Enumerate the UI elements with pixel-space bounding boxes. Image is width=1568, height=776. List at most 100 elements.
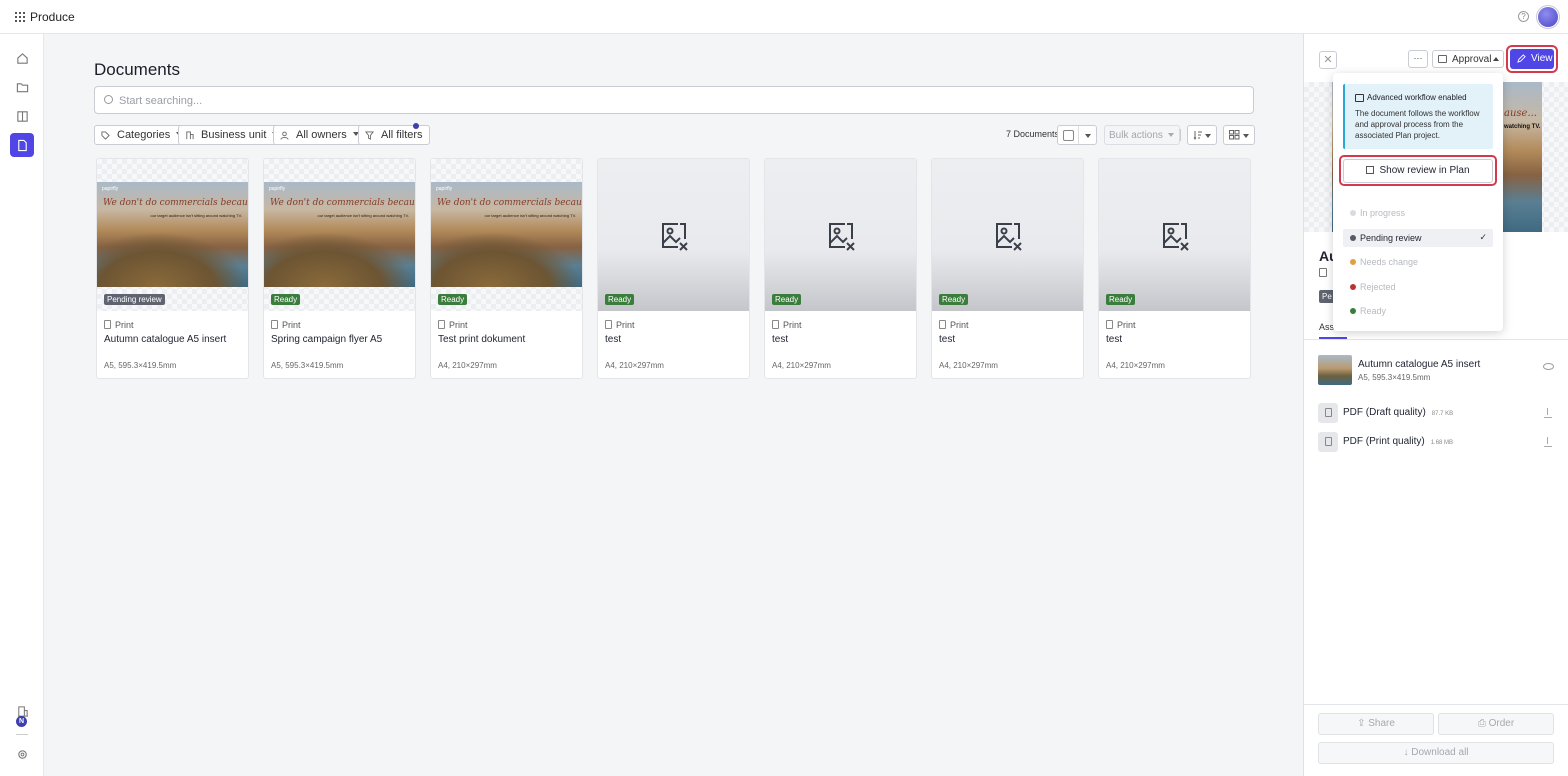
status-badge: Ready: [605, 294, 635, 305]
bulk-actions-button[interactable]: Bulk actions: [1104, 125, 1180, 145]
document-name: test: [939, 334, 956, 345]
file-name: PDF (Print quality): [1343, 436, 1425, 447]
nav-divider: [16, 734, 28, 735]
document-card[interactable]: Ready Print test A4, 210×297mm: [597, 158, 750, 379]
thumbnail-image: papirfly We don't do commercials because.…: [431, 182, 582, 287]
status-option[interactable]: In progress: [1343, 204, 1493, 222]
nav-documents[interactable]: [10, 133, 34, 157]
print-icon: [1106, 320, 1113, 329]
file-row[interactable]: PDF (Draft quality) 87.7 KB: [1318, 403, 1554, 430]
select-all-control[interactable]: [1057, 125, 1097, 145]
business-unit-filter[interactable]: Business unit: [178, 125, 286, 145]
highlight-ring: [1506, 45, 1558, 73]
download-icon[interactable]: [1544, 408, 1552, 418]
approval-dropdown-menu: Advanced workflow enabled The document f…: [1333, 73, 1503, 331]
nav-settings[interactable]: [10, 742, 34, 766]
document-type-label: Print: [1117, 320, 1136, 330]
asset-name: Autumn catalogue A5 insert: [1358, 359, 1481, 370]
search-box[interactable]: [94, 86, 1254, 114]
thumbnail-brand: papirfly: [102, 186, 119, 192]
status-option-label: In progress: [1360, 208, 1406, 218]
all-filters-label: All filters: [381, 129, 423, 141]
nav-templates[interactable]: [10, 104, 34, 128]
categories-filter[interactable]: Categories: [94, 125, 190, 145]
order-button[interactable]: ⎙ Order: [1438, 713, 1554, 735]
thumbnail-brand: papirfly: [436, 186, 453, 192]
document-type: Print: [939, 320, 969, 330]
thumbnail-headline: We don't do commercials because...: [103, 198, 248, 208]
main-content: Documents Categories Business unit All o…: [44, 34, 1303, 776]
eye-icon[interactable]: [1543, 363, 1554, 370]
document-type: Print: [271, 320, 301, 330]
app-name: Produce: [30, 10, 75, 24]
document-grid: papirfly We don't do commercials because.…: [96, 158, 1256, 380]
document-card[interactable]: Ready Print test A4, 210×297mm: [764, 158, 917, 379]
document-name: test: [772, 334, 789, 345]
business-unit-label: Business unit: [201, 129, 267, 141]
more-options-button[interactable]: ···: [1408, 50, 1428, 68]
select-all-checkbox[interactable]: [1063, 130, 1074, 141]
status-badge: Ready: [772, 294, 802, 305]
all-filters-button[interactable]: All filters: [358, 125, 430, 145]
workflow-icon: [1438, 55, 1447, 63]
file-row[interactable]: PDF (Print quality) 1.68 MB: [1318, 432, 1554, 459]
thumbnail: papirfly We don't do commercials because.…: [264, 159, 415, 311]
nav-folders[interactable]: [10, 75, 34, 99]
print-icon: [1319, 268, 1327, 277]
chevron-down-icon[interactable]: [1085, 134, 1091, 138]
document-type-label: Print: [616, 320, 635, 330]
thumbnail-placeholder: [932, 159, 1083, 311]
help-icon[interactable]: ?: [1518, 11, 1529, 22]
search-input[interactable]: [119, 92, 1219, 110]
thumbnail-headline: We don't do commercials because...: [270, 198, 415, 208]
download-icon[interactable]: [1544, 437, 1552, 447]
workflow-icon: [1355, 94, 1364, 102]
close-icon[interactable]: ✕: [1319, 51, 1337, 69]
print-icon: [772, 320, 779, 329]
share-button[interactable]: ⇪ Share: [1318, 713, 1434, 735]
document-card[interactable]: Ready Print test A4, 210×297mm: [1098, 158, 1251, 379]
document-card[interactable]: papirfly We don't do commercials because.…: [96, 158, 249, 379]
bulk-actions-label: Bulk actions: [1109, 130, 1163, 141]
share-label: Share: [1368, 718, 1395, 729]
asset-size: A5, 595.3×419.5mm: [1358, 373, 1431, 382]
view-mode-button[interactable]: [1223, 125, 1255, 145]
document-card[interactable]: papirfly We don't do commercials because.…: [430, 158, 583, 379]
asset-row[interactable]: Autumn catalogue A5 insert A5, 595.3×419…: [1318, 355, 1554, 385]
document-type-label: Print: [449, 320, 468, 330]
tab-assets[interactable]: Ass: [1319, 322, 1334, 332]
owners-filter[interactable]: All owners: [273, 125, 366, 145]
document-card[interactable]: papirfly We don't do commercials because.…: [263, 158, 416, 379]
workflow-info-box: Advanced workflow enabled The document f…: [1343, 84, 1493, 149]
status-option-label: Ready: [1360, 306, 1387, 316]
download-all-button[interactable]: ↓ Download all: [1318, 742, 1554, 764]
sort-icon: [1193, 131, 1202, 140]
filter-bar: Categories Business unit All owners All …: [94, 123, 1256, 145]
broken-image-icon: [1163, 223, 1189, 251]
document-type-label: Print: [950, 320, 969, 330]
status-option[interactable]: Needs change: [1343, 253, 1493, 271]
thumbnail-image: papirfly We don't do commercials because.…: [97, 182, 248, 287]
app-grid-icon[interactable]: [15, 12, 25, 22]
building-icon: [186, 131, 194, 140]
status-dot: [1350, 283, 1356, 290]
nav-home[interactable]: [10, 46, 34, 70]
print-icon: [438, 320, 445, 329]
thumbnail-placeholder: [598, 159, 749, 311]
status-option[interactable]: Ready: [1343, 302, 1493, 320]
document-card[interactable]: Ready Print test A4, 210×297mm: [931, 158, 1084, 379]
approval-dropdown-button[interactable]: Approval: [1432, 50, 1504, 68]
document-type-label: Print: [115, 320, 134, 330]
status-option[interactable]: Rejected: [1343, 278, 1493, 296]
status-option[interactable]: Pending review ✓: [1343, 228, 1493, 247]
preview-headline: ause...: [1504, 108, 1537, 119]
thumbnail: papirfly We don't do commercials because.…: [431, 159, 582, 311]
sort-button[interactable]: [1187, 125, 1217, 145]
thumbnail-subtext: our target audience isn't sitting around…: [150, 213, 243, 218]
top-bar: Produce ?: [0, 0, 1568, 34]
book-icon: [16, 110, 28, 122]
file-icon: [1318, 432, 1338, 452]
avatar[interactable]: [1538, 7, 1558, 27]
broken-image-icon: [996, 223, 1022, 251]
broken-image-icon: [662, 223, 688, 251]
